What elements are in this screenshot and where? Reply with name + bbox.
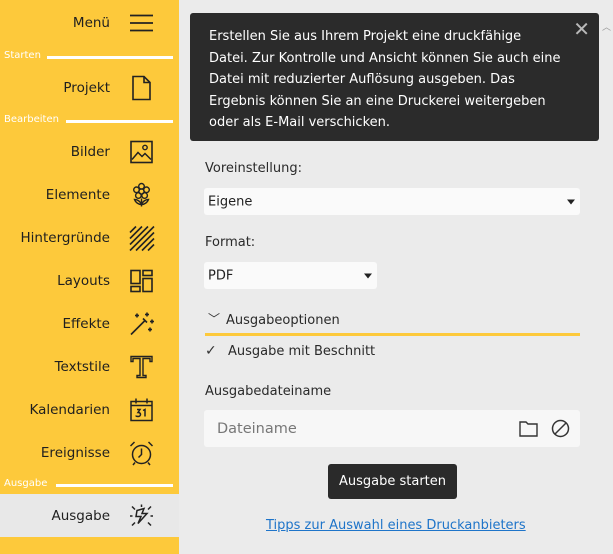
sidebar-item-label: Projekt [63,79,110,96]
sidebar-item-hintergruende[interactable]: Hintergründe [0,216,179,259]
sidebar: Menü Starten Projekt Bearbeiten Bilder E… [0,0,179,554]
tooltip-text: Erstellen Sie aus Ihrem Projekt eine dru… [209,29,561,130]
output-options-expander[interactable]: ﹀ Ausgabeoptionen [205,310,580,336]
format-label: Format: [205,235,256,250]
document-icon [128,74,155,101]
sidebar-item-ereignisse[interactable]: Ereignisse [0,431,179,474]
sidebar-item-label: Layouts [57,272,110,289]
menu-button[interactable]: Menü [0,1,179,44]
sidebar-item-layouts[interactable]: Layouts [0,259,179,302]
checkmark-icon: ✓ [205,343,217,359]
hamburger-icon [128,9,155,36]
section-edit: Bearbeiten [0,113,179,127]
trim-label: Ausgabe mit Beschnitt [228,344,376,359]
layout-grid-icon [128,267,155,294]
output-options-label: Ausgabeoptionen [226,313,340,328]
sidebar-item-label: Bilder [70,143,110,160]
format-select[interactable]: PDF [204,262,377,289]
section-edit-label: Bearbeiten [4,114,59,125]
section-output-label: Ausgabe [4,478,48,489]
sidebar-item-projekt[interactable]: Projekt [0,66,179,109]
sidebar-item-label: Elemente [45,186,110,203]
clear-icon[interactable] [550,418,571,439]
flower-icon [128,181,155,208]
sidebar-item-label: Textstile [54,358,110,375]
sidebar-item-elemente[interactable]: Elemente [0,173,179,216]
sidebar-item-label: Effekte [62,315,110,332]
preset-select[interactable]: Eigene [204,188,580,215]
output-panel: ︿ Erstellen Sie aus Ihrem Projekt eine d… [179,0,613,554]
sidebar-item-label: Hintergründe [20,229,110,246]
chevron-down-icon [567,199,575,204]
preset-value: Eigene [208,194,253,209]
sidebar-item-label: Ausgabe [51,507,110,524]
section-output: Ausgabe [0,477,179,491]
sidebar-item-textstile[interactable]: Textstile [0,345,179,388]
sidebar-item-ausgabe[interactable]: Ausgabe [0,494,179,537]
sidebar-item-effekte[interactable]: Effekte [0,302,179,345]
sidebar-item-label: Ereignisse [40,444,110,461]
section-divider [66,120,173,123]
menu-label: Menü [72,14,110,31]
magic-wand-icon [128,310,155,337]
close-icon[interactable]: ✕ [573,17,590,41]
preset-label: Voreinstellung: [205,161,302,176]
filename-label: Ausgabedateiname [205,384,332,399]
filename-field [204,410,580,447]
calendar-icon [128,396,155,423]
chevron-down-icon: ﹀ [208,312,221,326]
hatch-pattern-icon [128,224,155,251]
info-tooltip: Erstellen Sie aus Ihrem Projekt eine dru… [190,13,599,141]
sidebar-item-bilder[interactable]: Bilder [0,130,179,173]
image-icon [128,138,155,165]
section-divider [47,56,173,59]
format-value: PDF [208,268,234,283]
alarm-clock-icon [128,439,155,466]
section-start: Starten [0,49,179,63]
print-provider-tips-link[interactable]: Tipps zur Auswahl eines Druckanbieters [266,518,526,533]
start-output-button[interactable]: Ausgabe starten [328,464,457,499]
text-style-icon [128,353,155,380]
filename-input[interactable] [204,410,517,447]
output-burst-icon [128,502,155,529]
sidebar-item-label: Kalendarien [29,401,110,418]
section-start-label: Starten [4,50,41,61]
sidebar-item-kalendarien[interactable]: Kalendarien [0,388,179,431]
section-divider [56,484,173,487]
scroll-up-icon[interactable]: ︿ [602,20,611,33]
chevron-down-icon [364,273,372,278]
folder-icon[interactable] [518,418,539,439]
